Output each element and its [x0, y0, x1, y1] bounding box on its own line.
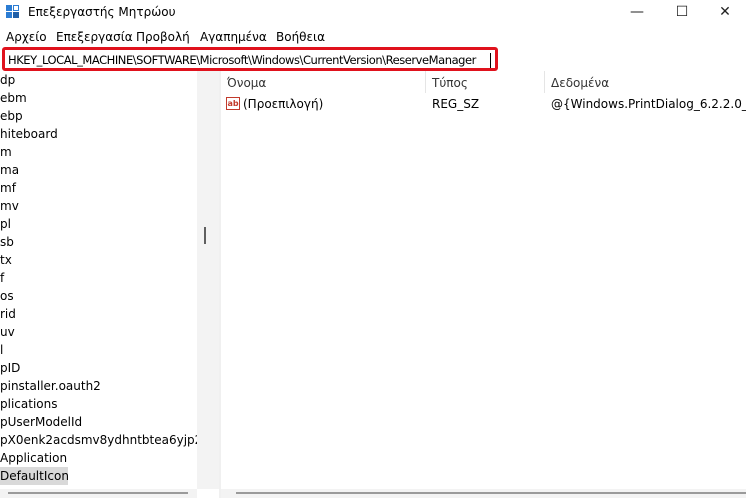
key-tree: dp ebm ebp hiteboard m ma mf mv pl sb tx…: [0, 71, 197, 491]
tree-item-label: plications: [0, 397, 58, 411]
tree-vertical-scrollbar[interactable]: [197, 71, 219, 489]
tree-item[interactable]: pX0enk2acdsmv8ydhntbtea6yjp27222: [0, 431, 197, 449]
value-name: (Προεπιλογή): [243, 97, 324, 111]
tree-item[interactable]: ma: [0, 161, 197, 179]
scrollbar-thumb[interactable]: [8, 492, 188, 494]
tree-item-label: pinstaller.oauth2: [0, 379, 101, 393]
tree-item[interactable]: m: [0, 143, 197, 161]
tree-item[interactable]: l: [0, 341, 197, 359]
window-title: Επεξεργαστής Μητρώου: [28, 5, 176, 19]
tree-item-label: pID: [0, 361, 21, 375]
menu-view[interactable]: Προβολή: [136, 30, 190, 44]
tree-item-label: Application: [0, 451, 68, 465]
string-value-icon: ab: [226, 97, 240, 110]
tree-item[interactable]: uv: [0, 323, 197, 341]
menu-favorites[interactable]: Αγαπημένα: [200, 30, 267, 44]
address-input[interactable]: HKEY_LOCAL_MACHINE\SOFTWARE\Microsoft\Wi…: [2, 47, 498, 71]
tree-item-label: f: [0, 271, 5, 285]
tree-item[interactable]: plications: [0, 395, 197, 413]
tree-item[interactable]: os: [0, 287, 197, 305]
tree-item[interactable]: rid: [0, 305, 197, 323]
address-path: HKEY_LOCAL_MACHINE\SOFTWARE\Microsoft\Wi…: [8, 53, 476, 67]
registry-editor-icon: [6, 5, 20, 19]
tree-item-label: rid: [0, 307, 16, 321]
tree-item[interactable]: f: [0, 269, 197, 287]
tree-item-label: pX0enk2acdsmv8ydhntbtea6yjp27222: [0, 433, 197, 447]
column-header-name[interactable]: Όνομα: [227, 76, 266, 90]
value-row[interactable]: ab (Προεπιλογή) REG_SZ @{Windows.PrintDi…: [221, 95, 746, 113]
tree-item[interactable]: hiteboard: [0, 125, 197, 143]
tree-item[interactable]: dp: [0, 71, 197, 89]
values-list: Όνομα Τύπος Δεδομένα ab (Προεπιλογή) REG…: [221, 71, 746, 491]
tree-item[interactable]: mf: [0, 179, 197, 197]
tree-item-label: hiteboard: [0, 127, 58, 141]
value-type: REG_SZ: [432, 97, 480, 111]
maximize-button[interactable]: ☐: [659, 0, 705, 24]
menu-file[interactable]: Αρχείο: [6, 30, 47, 44]
tree-item[interactable]: mv: [0, 197, 197, 215]
tree-item[interactable]: pl: [0, 215, 197, 233]
minimize-icon: —: [630, 4, 644, 20]
tree-item-selected[interactable]: DefaultIcon: [0, 467, 69, 485]
column-divider[interactable]: [544, 71, 545, 93]
tree-item[interactable]: ebm: [0, 89, 197, 107]
tree-item-label: ma: [0, 163, 20, 177]
tree-item-label: uv: [0, 325, 15, 339]
address-bar: HKEY_LOCAL_MACHINE\SOFTWARE\Microsoft\Wi…: [0, 47, 746, 71]
menu-help[interactable]: Βοήθεια: [276, 30, 325, 44]
tree-item[interactable]: sb: [0, 233, 197, 251]
close-icon: ✕: [719, 4, 731, 20]
minimize-button[interactable]: —: [614, 0, 660, 24]
tree-item[interactable]: ebp: [0, 107, 197, 125]
tree-item[interactable]: pUserModelId: [0, 413, 197, 431]
close-button[interactable]: ✕: [702, 0, 746, 24]
tree-item-label: ebp: [0, 109, 23, 123]
tree-item-label: m: [0, 145, 12, 159]
tree-item-label: DefaultIcon: [0, 469, 69, 483]
tree-item-label: mf: [0, 181, 16, 195]
tree-item-label: os: [0, 289, 14, 303]
tree-item-label: mv: [0, 199, 19, 213]
title-bar: Επεξεργαστής Μητρώου — ☐ ✕: [0, 0, 746, 24]
scrollbar-thumb[interactable]: [204, 227, 206, 244]
column-header-data[interactable]: Δεδομένα: [551, 76, 609, 90]
tree-item[interactable]: Application: [0, 449, 197, 467]
column-divider[interactable]: [425, 71, 426, 93]
menu-edit[interactable]: Επεξεργασία: [56, 30, 133, 44]
tree-item-label: tx: [0, 253, 12, 267]
tree-item[interactable]: pID: [0, 359, 197, 377]
maximize-icon: ☐: [675, 4, 689, 20]
scrollbar-thumb[interactable]: [236, 492, 746, 494]
tree-item-label: ebm: [0, 91, 27, 105]
value-data: @{Windows.PrintDialog_6.2.2.0_neut: [551, 97, 746, 111]
tree-item-label: pl: [0, 217, 11, 231]
tree-item[interactable]: tx: [0, 251, 197, 269]
text-caret: [490, 53, 491, 68]
tree-item-label: pUserModelId: [0, 415, 83, 429]
tree-item-label: l: [0, 343, 4, 357]
column-header-type[interactable]: Τύπος: [432, 76, 468, 90]
tree-item-label: sb: [0, 235, 14, 249]
tree-item-label: dp: [0, 73, 16, 87]
tree-item[interactable]: pinstaller.oauth2: [0, 377, 197, 395]
